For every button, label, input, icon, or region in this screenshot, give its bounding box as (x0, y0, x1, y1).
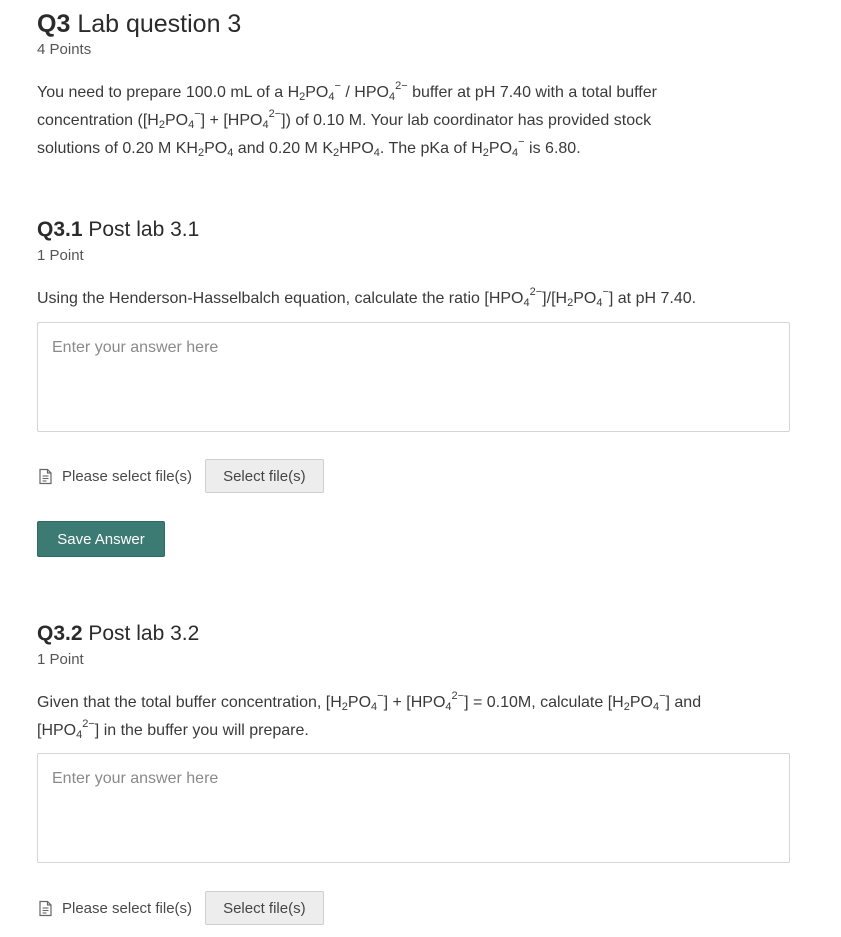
question-points: 4 Points (37, 41, 92, 58)
chem-formula: H2PO4− (330, 690, 384, 713)
chem-formula: K2HPO4 (322, 140, 380, 159)
prompt-line: [HPO42−] in the buffer you will prepare. (37, 718, 309, 741)
question-title: Q3 Lab question 3 (37, 10, 242, 38)
answer-input[interactable] (38, 754, 789, 862)
subquestion-title: Q3.1 Post lab 3.1 (37, 218, 200, 241)
subquestion-points: 1 Point (37, 651, 84, 668)
file-document-icon (37, 900, 54, 917)
chem-formula: HPO42− (410, 690, 465, 713)
answer-box (37, 322, 790, 432)
answer-input[interactable] (38, 323, 789, 431)
prompt-line: solutions of 0.20 M KH2PO4 and 0.20 M K2… (37, 136, 581, 159)
select-files-button[interactable]: Select file(s) (205, 891, 324, 925)
prompt-line: You need to prepare 100.0 mL of a H2PO4−… (37, 80, 657, 103)
chem-formula: HPO42− (41, 718, 95, 741)
file-upload-label: Please select file(s) (62, 467, 193, 485)
file-upload-label: Please select file(s) (62, 899, 193, 917)
subquestion-points: 1 Point (37, 247, 84, 264)
prompt-line: Given that the total buffer concentratio… (37, 690, 702, 713)
chem-formula: H2PO4− / HPO42− (287, 80, 408, 103)
chem-formula: HPO42− (227, 108, 282, 131)
chem-formula: H2PO4− (147, 108, 201, 131)
subquestion-prompt: Given that the total buffer concentratio… (37, 689, 797, 745)
chem-formula: H2PO4− (471, 136, 525, 159)
subquestion-title: Q3.2 Post lab 3.2 (37, 622, 200, 645)
select-files-button[interactable]: Select file(s) (205, 459, 324, 493)
file-upload-row: Please select file(s) Select file(s) (37, 458, 324, 494)
file-upload-row: Please select file(s) Select file(s) (37, 890, 324, 926)
chem-formula: H2PO4− (555, 286, 609, 309)
answer-box (37, 753, 790, 863)
chem-formula: KH2PO4 (175, 140, 234, 159)
save-answer-button[interactable]: Save Answer (37, 521, 165, 557)
chem-formula: HPO42− (488, 286, 543, 309)
question-prompt: You need to prepare 100.0 mL of a H2PO4−… (37, 79, 797, 163)
file-document-icon (37, 468, 54, 485)
subquestion-prompt: Using the Henderson-Hasselbalch equation… (37, 286, 697, 309)
chem-formula: H2PO4− (612, 690, 666, 713)
prompt-line: concentration ([H2PO4−] + [HPO42−]) of 0… (37, 108, 652, 131)
